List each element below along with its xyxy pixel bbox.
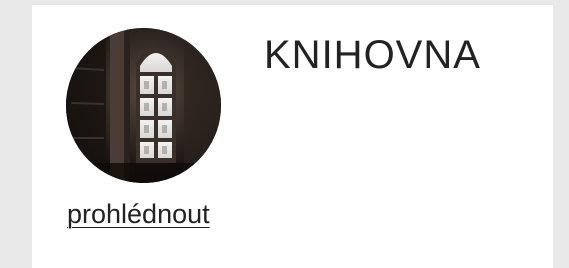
library-card: KNIHOVNA prohlédnout [32, 5, 553, 268]
browse-link[interactable]: prohlédnout [67, 198, 210, 230]
card-title: KNIHOVNA [264, 33, 481, 77]
library-window-image [66, 28, 221, 183]
window-illustration [66, 28, 221, 183]
